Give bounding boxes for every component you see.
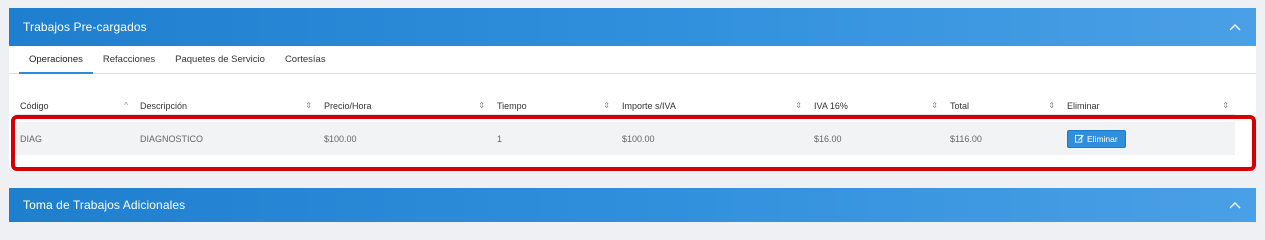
eliminar-button[interactable]: Eliminar <box>1067 129 1126 148</box>
tab-cortesias[interactable]: Cortesías <box>275 46 336 73</box>
panel-title: Toma de Trabajos Adicionales <box>23 198 186 212</box>
sort-icon: ⇕ <box>1222 101 1229 110</box>
column-header-eliminar[interactable]: Eliminar ⇕ <box>1061 97 1235 114</box>
sort-icon: ⇕ <box>795 101 802 110</box>
sort-icon: ⇕ <box>1048 101 1055 110</box>
chevron-up-icon[interactable] <box>1228 20 1242 34</box>
tab-refacciones[interactable]: Refacciones <box>93 46 165 73</box>
sort-icon: ⇕ <box>931 101 938 110</box>
precargados-panel-header[interactable]: Trabajos Pre-cargados <box>9 8 1256 46</box>
table-row: DIAG DIAGNOSTICO $100.00 1 $100.00 $16.0… <box>14 122 1235 155</box>
cell-descripcion: DIAGNOSTICO <box>140 133 204 144</box>
tab-paquetes-servicio[interactable]: Paquetes de Servicio <box>165 46 275 73</box>
cell-codigo: DIAG <box>20 133 43 144</box>
column-header-iva[interactable]: IVA 16% ⇕ <box>808 97 944 114</box>
cell-importe: $100.00 <box>622 133 655 144</box>
cell-iva: $16.00 <box>814 133 842 144</box>
column-header-tiempo[interactable]: Tiempo ⇕ <box>491 97 616 114</box>
cell-tiempo: 1 <box>497 133 503 144</box>
sort-icon: ⇕ <box>305 101 312 110</box>
cell-precio-hora: $100.00 <box>324 133 357 144</box>
column-header-codigo[interactable]: Código ^ <box>14 97 134 114</box>
cell-eliminar: Eliminar <box>1061 129 1235 148</box>
trabajos-adicionales-panel: Toma de Trabajos Adicionales <box>9 188 1256 222</box>
eliminar-button-label: Eliminar <box>1087 133 1118 144</box>
sort-icon: ⇕ <box>603 101 610 110</box>
column-header-descripcion[interactable]: Descripción ⇕ <box>134 97 318 114</box>
cell-total: $116.00 <box>950 133 982 144</box>
column-header-importe[interactable]: Importe s/IVA ⇕ <box>616 97 808 114</box>
column-header-total[interactable]: Total ⇕ <box>944 97 1061 114</box>
tab-bar: Operaciones Refacciones Paquetes de Serv… <box>9 46 1256 74</box>
sort-icon: ^ <box>124 101 128 110</box>
sort-icon: ⇕ <box>478 101 485 110</box>
panel-title: Trabajos Pre-cargados <box>23 20 147 34</box>
chevron-up-icon[interactable] <box>1228 198 1242 212</box>
table-header: Código ^ Descripción ⇕ Precio/Hora ⇕ Tiempo… <box>14 97 1235 115</box>
edit-icon <box>1075 134 1084 143</box>
column-header-precio-hora[interactable]: Precio/Hora ⇕ <box>318 97 491 114</box>
tab-operaciones[interactable]: Operaciones <box>19 46 93 74</box>
operaciones-table: Código ^ Descripción ⇕ Precio/Hora ⇕ Tiempo… <box>14 97 1235 155</box>
trabajos-adicionales-panel-header[interactable]: Toma de Trabajos Adicionales <box>9 188 1256 222</box>
